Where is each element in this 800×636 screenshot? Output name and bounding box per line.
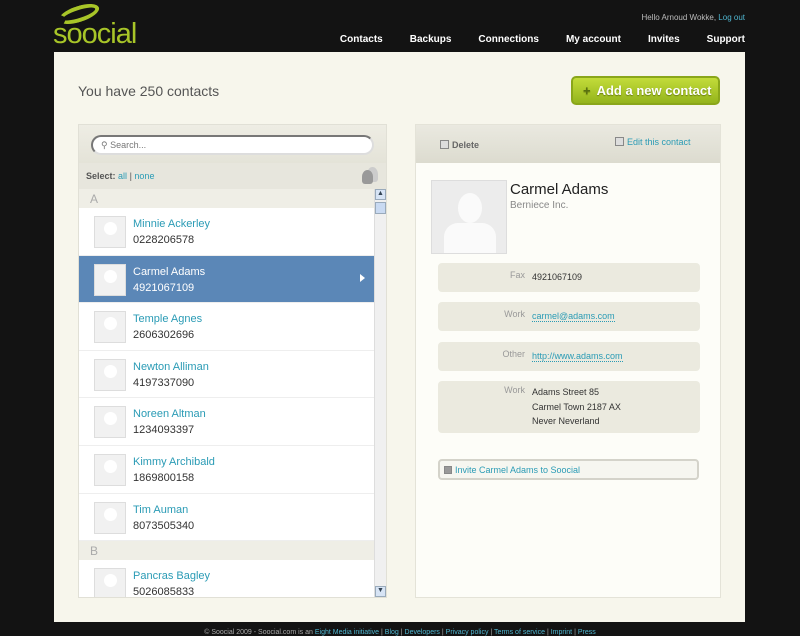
contact-name[interactable]: Pancras Bagley — [133, 570, 210, 582]
scroll-down-icon[interactable]: ▼ — [375, 586, 386, 597]
contact-rows: A Minnie Ackerley 0228206578 Carmel Adams 49… — [79, 189, 386, 598]
delete-label: Delete — [452, 140, 480, 150]
search-placeholder: Search... — [110, 140, 147, 150]
field-value: 4921067109 — [532, 272, 583, 282]
group-contacts-icon[interactable] — [360, 167, 380, 184]
contact-photo — [94, 453, 126, 486]
contact-name[interactable]: Kimmy Archibald — [133, 456, 215, 468]
contact-name[interactable]: Carmel Adams — [133, 266, 205, 278]
contact-photo — [94, 216, 126, 248]
website-link[interactable]: http://www.adams.com — [532, 351, 623, 362]
page-title: You have 250 contacts — [78, 83, 220, 99]
nav-contacts[interactable]: Contacts — [340, 34, 383, 45]
search-icon: ⚲ — [101, 140, 108, 150]
select-row: Select: all | none — [79, 163, 386, 189]
contact-phone: 8073505340 — [133, 519, 195, 532]
contact-row[interactable]: Newton Alliman 4197337090 — [79, 351, 375, 399]
logout-link[interactable]: Log out — [718, 13, 745, 22]
pencil-icon — [615, 137, 624, 146]
select-separator: | — [129, 171, 132, 181]
add-contact-button[interactable]: + Add a new contact — [571, 76, 720, 105]
delete-button[interactable]: Delete — [440, 140, 479, 150]
main-content: You have 250 contacts + Add a new contact… — [54, 52, 745, 622]
field-address: Work Adams Street 85 Carmel Town 2187 AX Ne… — [438, 381, 700, 433]
contact-row[interactable]: Temple Agnes 2606302696 — [79, 303, 375, 351]
field-label: Fax — [509, 270, 525, 280]
trash-icon — [440, 140, 449, 149]
select-label: Select: — [86, 171, 116, 181]
main-nav: Contacts Backups Connections My account … — [340, 34, 745, 45]
contact-phone: 4921067109 — [133, 281, 195, 294]
detail-toolbar: Delete Edit this contact — [416, 125, 720, 163]
field-fax: Fax 4921067109 — [438, 263, 700, 292]
invite-label: Invite Carmel Adams to Soocial — [455, 465, 581, 475]
contact-row[interactable]: Tim Auman 8073505340 — [79, 494, 375, 542]
contact-name: Carmel Adams — [510, 181, 609, 198]
contact-name[interactable]: Minnie Ackerley — [133, 218, 210, 230]
field-label: Work — [504, 309, 525, 319]
nav-my-account[interactable]: My account — [566, 34, 621, 45]
add-contact-label: Add a new contact — [596, 83, 712, 98]
edit-contact-link[interactable]: Edit this contact — [627, 137, 691, 147]
contact-name[interactable]: Temple Agnes — [133, 313, 202, 325]
letter-header: B — [79, 541, 386, 561]
field-label: Other — [502, 349, 525, 359]
nav-backups[interactable]: Backups — [410, 34, 452, 45]
nav-invites[interactable]: Invites — [648, 34, 680, 45]
search-input[interactable]: ⚲ Search... — [91, 135, 374, 155]
contact-phone: 4197337090 — [133, 376, 195, 389]
field-email: Work carmel@adams.com — [438, 302, 700, 331]
select-all-link[interactable]: all — [118, 171, 127, 181]
invite-button[interactable]: Invite Carmel Adams to Soocial — [438, 459, 699, 480]
contact-name[interactable]: Noreen Altman — [133, 408, 206, 420]
greeting-text: Hello Arnoud Wokke, — [641, 13, 717, 22]
contact-detail-panel: Delete Edit this contact Carmel Adams Be… — [415, 124, 721, 598]
contact-phone: 1869800158 — [133, 471, 195, 484]
contact-phone: 1234093397 — [133, 424, 195, 437]
address-line: Adams Street 85 — [532, 387, 600, 397]
select-none-link[interactable]: none — [134, 171, 154, 181]
arrow-right-icon — [360, 273, 365, 282]
address-line: Never Neverland — [532, 416, 600, 426]
nav-support[interactable]: Support — [707, 34, 745, 45]
letter-header: A — [79, 189, 386, 208]
contact-row[interactable]: Minnie Ackerley 0228206578 — [79, 208, 375, 256]
address-line: Carmel Town 2187 AX — [532, 401, 621, 412]
contact-avatar — [431, 180, 507, 254]
contact-photo — [94, 501, 126, 534]
contact-phone: 2606302696 — [133, 329, 195, 342]
contact-company: Berniece Inc. — [510, 200, 569, 211]
list-scrollbar[interactable]: ▲ ▼ — [374, 189, 386, 597]
email-link[interactable]: carmel@adams.com — [532, 311, 615, 322]
contact-phone: 0228206578 — [133, 234, 195, 246]
plus-icon: + — [583, 83, 591, 98]
contact-row[interactable]: Kimmy Archibald 1869800158 — [79, 446, 375, 494]
scroll-up-icon[interactable]: ▲ — [375, 189, 386, 200]
contact-name[interactable]: Tim Auman — [133, 504, 188, 516]
contact-photo — [94, 568, 126, 597]
edit-contact-button[interactable]: Edit this contact — [615, 137, 691, 147]
logo-text: soocial — [53, 18, 137, 50]
contact-photo — [94, 311, 126, 344]
contact-row[interactable]: Carmel Adams 4921067109 — [79, 255, 375, 304]
contact-row[interactable]: Pancras Bagley 5026085833 — [79, 560, 375, 598]
contact-name[interactable]: Newton Alliman — [133, 361, 209, 373]
contact-list-panel: ⚲ Search... Select: all | none A Minnie A… — [78, 124, 387, 598]
field-label: Work — [504, 385, 525, 395]
invite-icon — [444, 466, 452, 474]
contact-photo — [94, 406, 126, 439]
field-website: Other http://www.adams.com — [438, 342, 700, 371]
contact-photo — [94, 358, 126, 391]
scrollbar-thumb[interactable] — [375, 202, 386, 214]
contact-photo — [94, 263, 126, 296]
contact-phone: 5026085833 — [133, 586, 195, 598]
search-bar: ⚲ Search... — [79, 125, 386, 163]
user-greeting: Hello Arnoud Wokke, Log out — [642, 13, 746, 22]
nav-connections[interactable]: Connections — [478, 34, 539, 45]
soocial-logo[interactable]: soocial — [53, 0, 137, 50]
contact-row[interactable]: Noreen Altman 1234093397 — [79, 398, 375, 446]
